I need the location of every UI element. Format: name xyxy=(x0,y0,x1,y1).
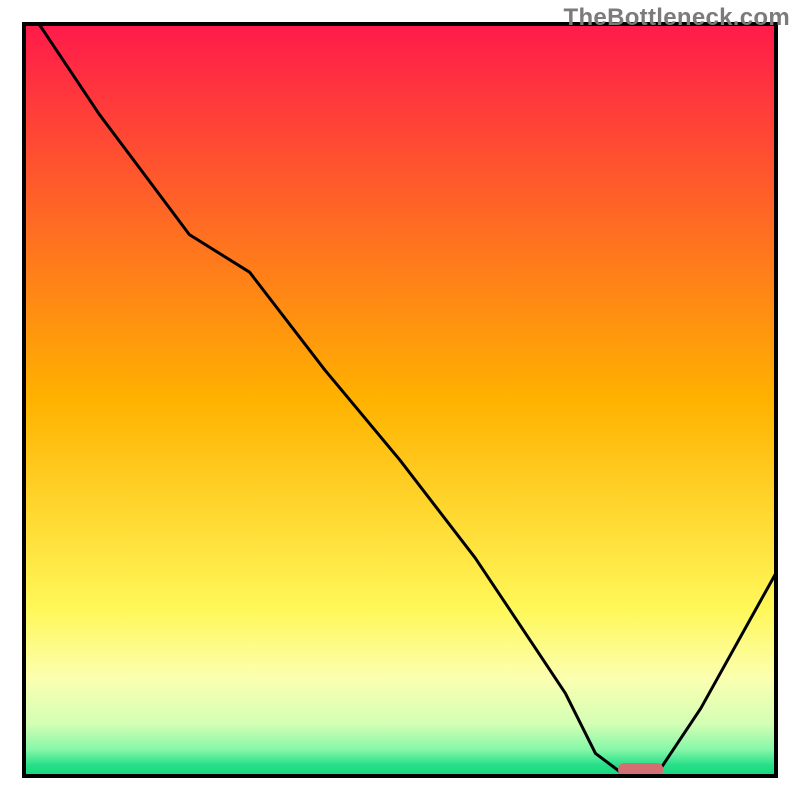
chart-root: TheBottleneck.com xyxy=(0,0,800,800)
watermark-text: TheBottleneck.com xyxy=(564,4,790,32)
plot-area xyxy=(22,22,778,778)
plot-svg xyxy=(22,22,778,778)
gradient-background xyxy=(24,24,776,776)
